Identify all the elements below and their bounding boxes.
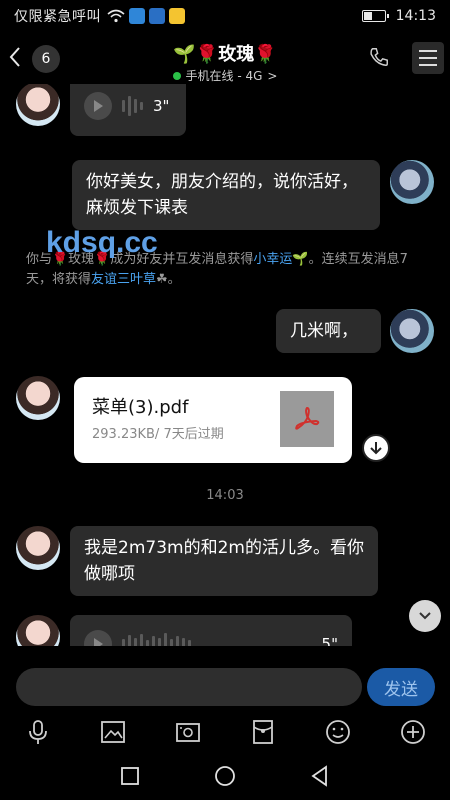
voice-message-2[interactable]: 5" bbox=[70, 615, 352, 646]
file-message[interactable]: 菜单(3).pdf 293.23KB/ 7天后过期 bbox=[74, 377, 352, 463]
play-icon bbox=[84, 92, 112, 120]
red-packet-icon[interactable] bbox=[249, 718, 277, 746]
received-message[interactable]: 我是2m73m的和2m的活儿多。看你做哪项 bbox=[70, 526, 378, 596]
carrier-text: 仅限紧急呼叫 bbox=[14, 9, 101, 25]
play-icon-2 bbox=[84, 630, 112, 646]
back-arrow-icon[interactable] bbox=[6, 44, 24, 70]
voice-duration-2: 5" bbox=[321, 635, 338, 646]
download-button[interactable] bbox=[362, 434, 390, 462]
clock: 14:13 bbox=[395, 8, 436, 24]
phone-icon[interactable] bbox=[368, 46, 390, 68]
online-status: 手机在线 - 4G > bbox=[100, 67, 350, 84]
battery-icon bbox=[361, 10, 389, 22]
wifi-icon bbox=[107, 9, 125, 23]
watermark: kdsq.cc bbox=[46, 226, 158, 259]
online-dot-icon bbox=[172, 71, 181, 80]
chat-area[interactable]: 3" 你好美女，朋友介绍的，说你活好，麻烦发下课表 你与🌹玫瑰🌹成为好友并互发消… bbox=[0, 84, 450, 646]
emoji-icon[interactable] bbox=[324, 718, 352, 746]
timestamp-separator: 14:03 bbox=[206, 488, 244, 503]
image-icon[interactable] bbox=[99, 718, 127, 746]
app-notification-icon-3 bbox=[169, 8, 185, 24]
download-arrow-icon bbox=[370, 442, 382, 455]
menu-button[interactable] bbox=[412, 42, 444, 74]
file-meta: 293.23KB/ 7天后过期 bbox=[92, 427, 224, 442]
unread-count-badge[interactable]: 6 bbox=[32, 45, 60, 73]
input-row: 发送 bbox=[0, 662, 450, 712]
camera-icon[interactable] bbox=[174, 718, 202, 746]
contact-avatar[interactable] bbox=[16, 84, 60, 126]
sent-message[interactable]: 你好美女，朋友介绍的，说你活好，麻烦发下课表 bbox=[72, 160, 380, 230]
back-triangle-icon[interactable] bbox=[308, 764, 332, 788]
system-nav-bar bbox=[0, 754, 450, 800]
scroll-down-button[interactable] bbox=[409, 600, 441, 632]
pdf-icon bbox=[280, 391, 334, 447]
app-notification-icon bbox=[129, 8, 145, 24]
contact-avatar-3[interactable] bbox=[16, 526, 60, 570]
voice-duration: 3" bbox=[153, 97, 170, 115]
menu-line bbox=[419, 64, 437, 66]
contact-name: 🌱🌹玫瑰🌹 bbox=[173, 44, 277, 65]
my-avatar[interactable] bbox=[390, 160, 434, 204]
contact-title-area[interactable]: 🌱🌹玫瑰🌹 手机在线 - 4G > bbox=[100, 40, 350, 84]
menu-line bbox=[419, 57, 437, 59]
app-notification-icon-2 bbox=[149, 8, 165, 24]
status-icons bbox=[107, 8, 185, 24]
status-bar: 仅限紧急呼叫 14:13 bbox=[0, 0, 450, 32]
microphone-icon[interactable] bbox=[24, 718, 52, 746]
my-avatar-2[interactable] bbox=[390, 309, 434, 353]
chat-toolbar bbox=[0, 712, 450, 752]
sent-message-2[interactable]: 几米啊， bbox=[276, 309, 381, 353]
recents-square-icon[interactable] bbox=[118, 764, 142, 788]
contact-avatar-4[interactable] bbox=[16, 615, 60, 646]
chat-header: 6 🌱🌹玫瑰🌹 手机在线 - 4G > bbox=[0, 32, 450, 84]
chevron-right-icon: > bbox=[267, 68, 278, 83]
lucky-link[interactable]: 小幸运 bbox=[253, 252, 292, 267]
message-input[interactable] bbox=[16, 668, 362, 706]
voice-waveform bbox=[122, 96, 143, 116]
chevron-down-icon bbox=[419, 612, 431, 620]
home-circle-icon[interactable] bbox=[213, 764, 237, 788]
sys-note-text-3: ☘。 bbox=[156, 272, 181, 287]
plus-icon[interactable] bbox=[399, 718, 427, 746]
file-name: 菜单(3).pdf bbox=[92, 397, 189, 418]
contact-avatar-2[interactable] bbox=[16, 376, 60, 420]
send-button[interactable]: 发送 bbox=[367, 668, 435, 706]
clover-link[interactable]: 友谊三叶草 bbox=[91, 272, 156, 287]
online-status-text: 手机在线 - 4G bbox=[185, 69, 263, 83]
menu-line bbox=[419, 50, 437, 52]
voice-waveform-2 bbox=[122, 633, 191, 646]
voice-message[interactable]: 3" bbox=[70, 84, 186, 136]
